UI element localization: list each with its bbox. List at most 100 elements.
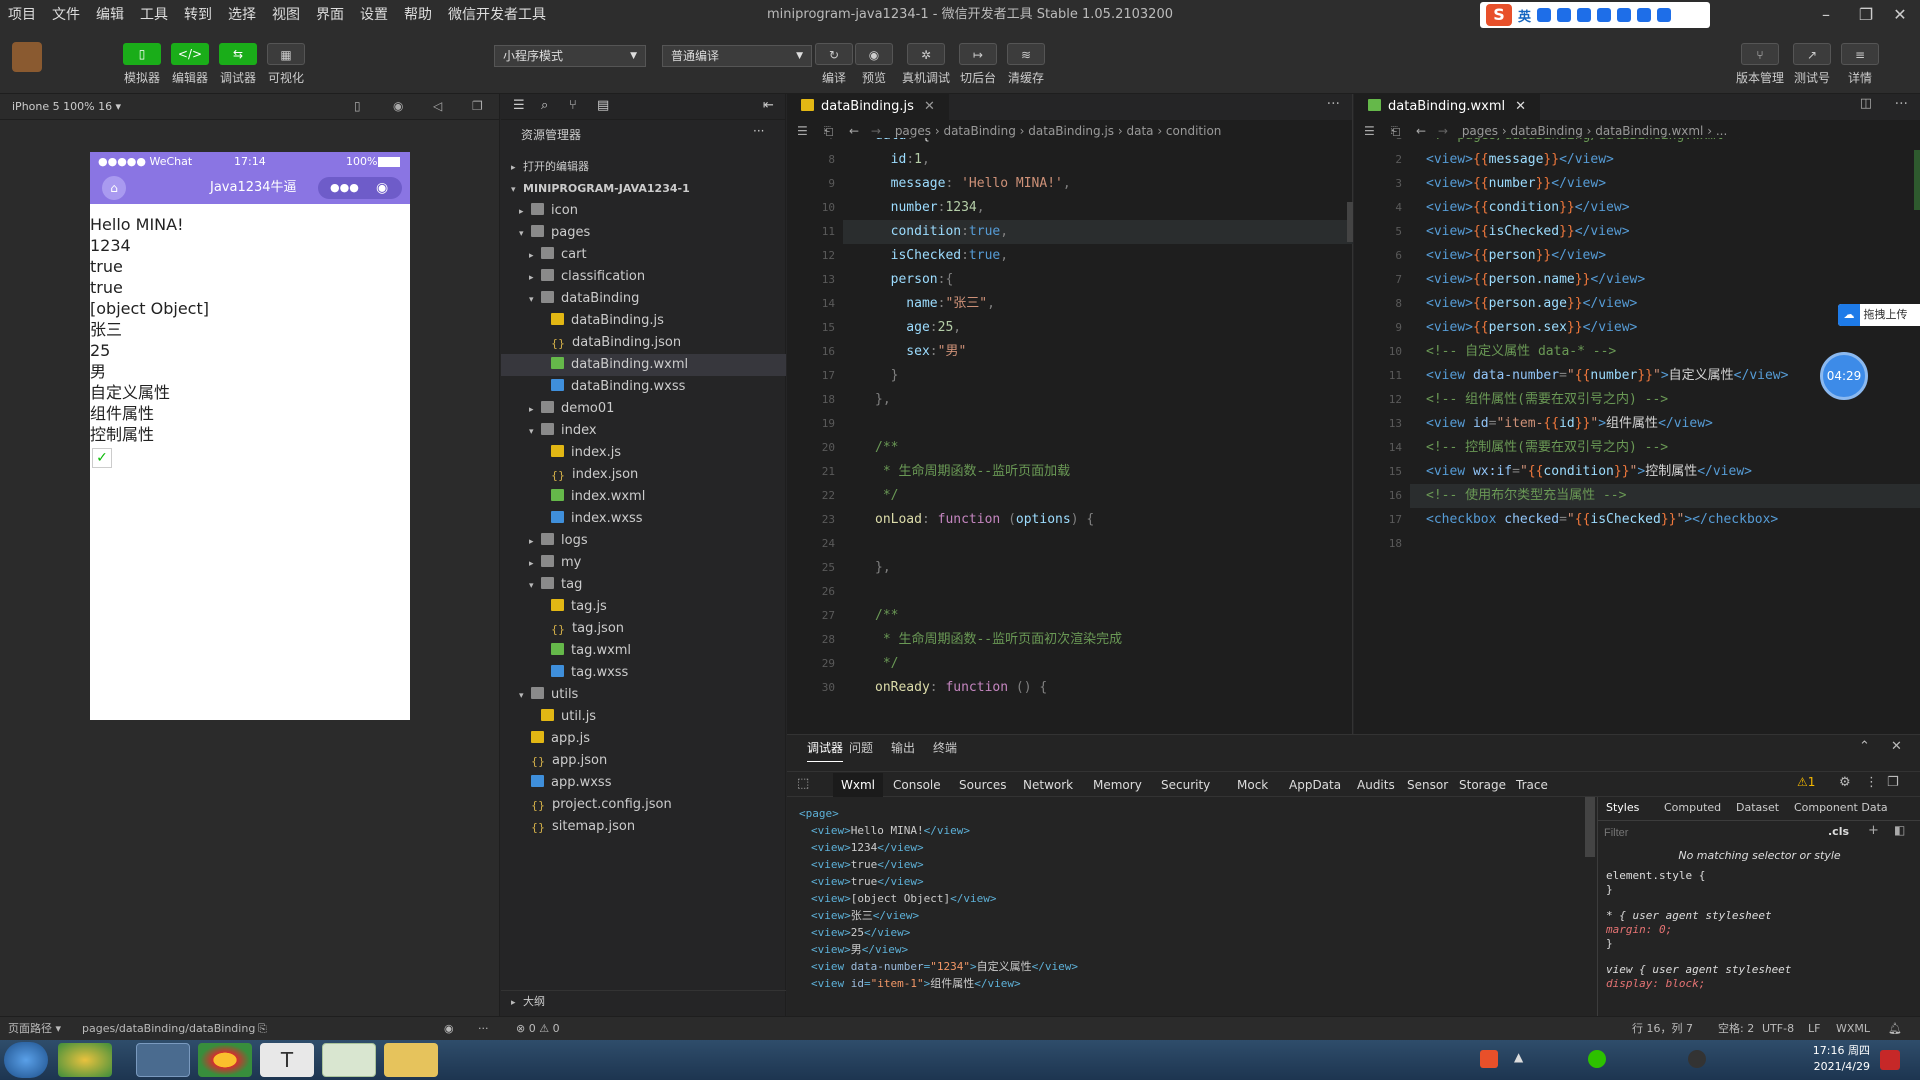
ime-keyboard-icon[interactable] xyxy=(1597,8,1612,22)
browser-icon[interactable] xyxy=(136,1043,190,1077)
code-area[interactable]: 1 <!--pages/dataBinding/dataBinding.wxml-… xyxy=(1354,138,1920,734)
wechat-devtools-icon[interactable] xyxy=(322,1043,376,1077)
back-icon[interactable]: ← xyxy=(849,124,859,138)
bookmark-icon[interactable]: ⎗ xyxy=(824,124,834,138)
more-icon[interactable]: ··· xyxy=(753,124,764,138)
details-button[interactable]: ≡ 详情 xyxy=(1836,43,1884,86)
wxml-node[interactable]: <view>25</view> xyxy=(811,924,910,941)
tree-folder[interactable]: ▾ utils xyxy=(501,684,786,706)
copy-icon[interactable]: ⎘ xyxy=(258,1017,267,1041)
remote-debug-button[interactable]: ✲ 真机调试 xyxy=(902,43,950,86)
git-icon[interactable]: ⑂ xyxy=(569,98,577,113)
menu-item[interactable]: 选择 xyxy=(220,0,264,30)
tree-folder[interactable]: ▸ cart xyxy=(501,244,786,266)
list-icon[interactable]: ☰ xyxy=(513,98,525,113)
devtools-tab[interactable]: 输出 xyxy=(891,735,915,761)
styles-tab[interactable]: Component Data xyxy=(1794,801,1888,814)
tree-folder[interactable]: ▸ demo01 xyxy=(501,398,786,420)
menu-item[interactable]: 工具 xyxy=(132,0,176,30)
eol[interactable]: LF xyxy=(1808,1017,1820,1041)
device-select[interactable]: iPhone 5 100% 16 ▾ xyxy=(0,94,500,120)
volume-icon[interactable]: ◁ xyxy=(433,99,442,113)
collapse-panel-icon[interactable]: ⇤ xyxy=(763,98,774,113)
wxml-node[interactable]: <view>张三</view> xyxy=(811,907,919,924)
popout-icon[interactable]: ❐ xyxy=(472,99,483,113)
phone-frame-icon[interactable]: ▯ xyxy=(354,99,361,113)
styles-tab[interactable]: Computed xyxy=(1664,801,1721,814)
page-path-select[interactable]: 页面路径 ▾ xyxy=(8,1017,61,1041)
collapse-icon[interactable]: ⌃ xyxy=(1859,739,1870,754)
start-button[interactable] xyxy=(4,1042,48,1078)
tree-file[interactable]: index.wxss xyxy=(501,508,786,530)
ime-emoji-icon[interactable] xyxy=(1557,8,1572,22)
timer-badge[interactable]: 04:29 xyxy=(1820,352,1868,400)
backend-button[interactable]: ↦ 切后台 xyxy=(954,43,1002,86)
panel-tab[interactable]: Memory xyxy=(1093,773,1142,797)
tree-folder[interactable]: ▸ classification xyxy=(501,266,786,288)
close-icon[interactable]: ✕ xyxy=(1891,739,1902,754)
eye-icon[interactable]: ◉ xyxy=(444,1017,454,1041)
ime-voice-icon[interactable] xyxy=(1577,8,1592,22)
panel-tab[interactable]: Mock xyxy=(1237,773,1268,797)
devtools-tab[interactable]: 问题 xyxy=(849,735,873,761)
devtools-tab[interactable]: 调试器 xyxy=(807,735,844,762)
kebab-icon[interactable]: ⋮ xyxy=(1865,775,1878,790)
styles-tab[interactable]: Styles xyxy=(1606,801,1639,814)
menu-item[interactable]: 编辑 xyxy=(88,0,132,30)
visualize-button[interactable]: ▦ 可视化 xyxy=(262,43,310,86)
avatar[interactable] xyxy=(12,42,42,72)
simulator-button[interactable]: ▯ 模拟器 xyxy=(118,43,166,86)
compile-select[interactable]: 普通编译 ▼ xyxy=(662,45,812,67)
more-icon[interactable]: ··· xyxy=(478,1017,489,1041)
tree-file[interactable]: tag.wxss xyxy=(501,662,786,684)
clock-date[interactable]: 2021/4/29 xyxy=(1790,1060,1870,1073)
dock-icon[interactable]: ❐ xyxy=(1887,775,1899,790)
wxml-node[interactable]: <view>true</view> xyxy=(811,873,924,890)
checkbox[interactable]: ✓ xyxy=(92,448,112,468)
styles-tab[interactable]: Dataset xyxy=(1736,801,1779,814)
project-root[interactable]: ▾ MINIPROGRAM-JAVA1234-1 xyxy=(501,178,786,200)
warning-badge[interactable]: ⚠1 xyxy=(1797,775,1815,789)
cls-toggle[interactable]: .cls xyxy=(1828,825,1849,838)
split-editor-icon[interactable]: ◫ xyxy=(1860,96,1872,111)
outline-section[interactable]: ▸ 大纲 xyxy=(501,990,786,1012)
panel-tab[interactable]: Security xyxy=(1161,773,1210,797)
menu-item[interactable]: 文件 xyxy=(44,0,88,30)
tree-file[interactable]: {} project.config.json xyxy=(501,794,786,816)
scrollbar[interactable] xyxy=(1585,797,1595,857)
tree-file[interactable]: tag.wxml xyxy=(501,640,786,662)
ime-punct-icon[interactable] xyxy=(1537,8,1552,22)
tab-databinding-js[interactable]: dataBinding.js ✕ xyxy=(787,94,949,120)
minimize-button[interactable]: – xyxy=(1806,0,1846,30)
close-tab-icon[interactable]: ✕ xyxy=(1515,99,1526,114)
wxml-node[interactable]: <view id="item-1">组件属性</view> xyxy=(811,975,1021,992)
tree-file[interactable]: app.wxss xyxy=(501,772,786,794)
tree-file[interactable]: index.js xyxy=(501,442,786,464)
tree-folder[interactable]: ▸ logs xyxy=(501,530,786,552)
clear-cache-button[interactable]: ≋ 清缓存 xyxy=(1002,43,1050,86)
indent-setting[interactable]: 空格: 2 xyxy=(1718,1017,1754,1041)
encoding[interactable]: UTF-8 xyxy=(1762,1017,1794,1041)
scrollbar[interactable] xyxy=(1914,150,1920,210)
panel-tab[interactable]: Audits xyxy=(1357,773,1395,797)
open-editors-section[interactable]: ▸ 打开的编辑器 xyxy=(501,156,786,178)
add-rule-icon[interactable]: + xyxy=(1868,823,1879,838)
qq-tray-icon[interactable] xyxy=(1688,1050,1706,1068)
record-icon[interactable]: ◉ xyxy=(393,99,403,113)
search-icon[interactable]: ⌕ xyxy=(541,98,548,113)
ime-mode[interactable]: 英 xyxy=(1518,6,1531,25)
test-account-button[interactable]: ↗ 测试号 xyxy=(1788,43,1836,86)
tree-file[interactable]: {} app.json xyxy=(501,750,786,772)
more-icon[interactable]: ●●● xyxy=(330,177,359,199)
sogou-tray-icon[interactable] xyxy=(1480,1050,1498,1068)
list-icon[interactable]: ☰ xyxy=(797,124,808,138)
menu-item[interactable]: 视图 xyxy=(264,0,308,30)
menu-item[interactable]: 帮助 xyxy=(396,0,440,30)
tree-file[interactable]: {} dataBinding.json xyxy=(501,332,786,354)
menu-item[interactable]: 微信开发者工具 xyxy=(440,0,554,30)
tree-file[interactable]: util.js xyxy=(501,706,786,728)
cursor-position[interactable]: 行 16，列 7 xyxy=(1632,1017,1693,1041)
bookmark-icon[interactable]: ⎗ xyxy=(1391,124,1401,138)
ime-skin-icon[interactable] xyxy=(1637,8,1652,22)
forward-icon[interactable]: → xyxy=(1438,124,1448,138)
